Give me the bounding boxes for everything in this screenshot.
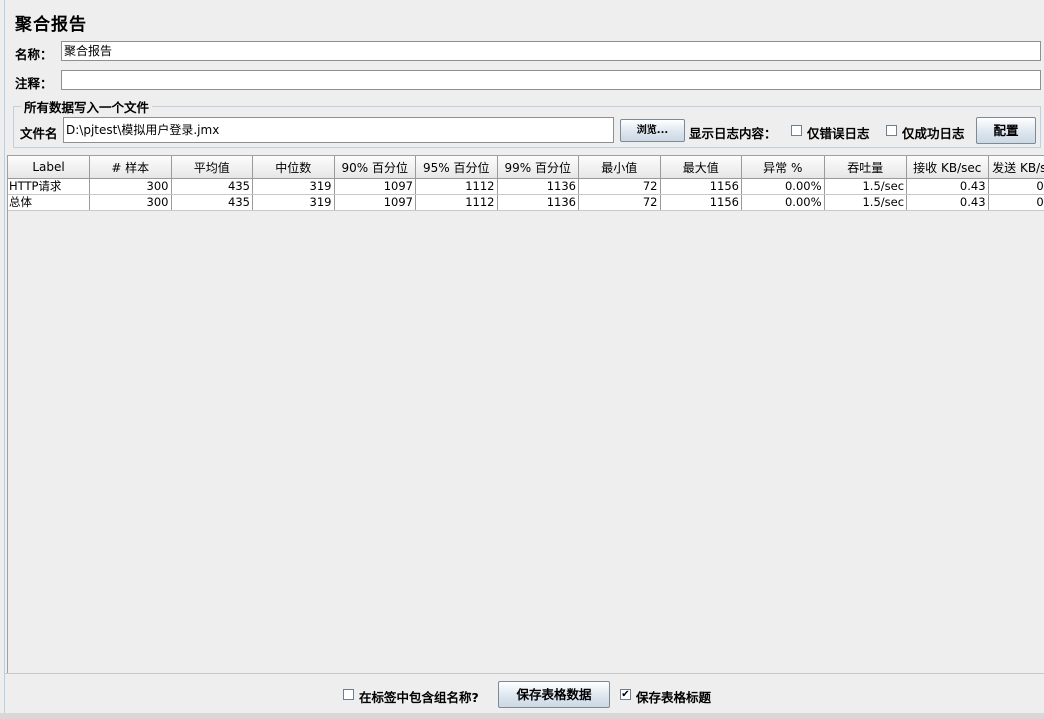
- table-cell: 1156: [660, 178, 742, 195]
- column-header-90-line[interactable]: 90% 百分位: [334, 156, 416, 179]
- results-table: Label # 样本 平均值 中位数 90% 百分位 95% 百分位 99% 百…: [8, 156, 1044, 211]
- table-cell: 435: [171, 194, 253, 211]
- table-cell: 300: [89, 178, 172, 195]
- file-name-input[interactable]: D:\pjtest\模拟用户登录.jmx: [63, 117, 614, 143]
- table-cell: 1097: [334, 178, 416, 195]
- column-header-received[interactable]: 接收 KB/sec: [906, 156, 989, 179]
- table-cell: 72: [578, 178, 661, 195]
- name-input[interactable]: 聚合报告: [61, 41, 1041, 61]
- table-cell: 0.00%: [741, 194, 825, 211]
- window-bottom-edge: [0, 713, 1044, 719]
- table-cell: 0.39: [988, 194, 1044, 211]
- table-cell: 319: [252, 194, 335, 211]
- table-cell: 总体: [8, 194, 90, 211]
- table-cell: 1.5/sec: [824, 194, 908, 211]
- column-header-label[interactable]: Label: [8, 156, 90, 179]
- column-header-max[interactable]: 最大值: [660, 156, 742, 179]
- comment-input[interactable]: [61, 70, 1041, 90]
- column-header-sent[interactable]: 发送 KB/sec: [988, 156, 1044, 179]
- table-row[interactable]: HTTP请求 300 435 319 1097 1112 1136 72 115…: [8, 178, 1044, 195]
- table-cell: HTTP请求: [8, 178, 90, 195]
- column-header-min[interactable]: 最小值: [578, 156, 661, 179]
- table-row[interactable]: 总体 300 435 319 1097 1112 1136 72 1156 0.…: [8, 194, 1044, 211]
- write-to-file-group-title: 所有数据写入一个文件: [21, 97, 153, 116]
- browse-button[interactable]: 浏览...: [620, 119, 685, 142]
- column-header-median[interactable]: 中位数: [252, 156, 335, 179]
- table-cell: 1112: [415, 178, 498, 195]
- table-cell: 1156: [660, 194, 742, 211]
- save-table-data-button[interactable]: 保存表格数据: [498, 681, 610, 708]
- table-cell: 0.43: [906, 178, 989, 195]
- table-cell: 0.39: [988, 178, 1044, 195]
- errors-only-label: 仅错误日志: [807, 126, 870, 141]
- table-cell: 0.00%: [741, 178, 825, 195]
- table-cell: 0.43: [906, 194, 989, 211]
- save-table-header-label: 保存表格标题: [636, 690, 712, 705]
- table-cell: 1.5/sec: [824, 178, 908, 195]
- table-cell: 1136: [497, 194, 579, 211]
- save-table-header-checkbox[interactable]: ✔: [620, 689, 631, 700]
- table-header-row: Label # 样本 平均值 中位数 90% 百分位 95% 百分位 99% 百…: [8, 156, 1044, 179]
- results-table-area[interactable]: Label # 样本 平均值 中位数 90% 百分位 95% 百分位 99% 百…: [7, 155, 1044, 674]
- aggregate-report-panel: 聚合报告 名称： 聚合报告 注释： 所有数据写入一个文件 文件名 D:\pjte…: [4, 0, 1044, 717]
- table-cell: 1097: [334, 194, 416, 211]
- comment-label: 注释：: [15, 76, 53, 91]
- include-group-name-label: 在标签中包含组名称?: [359, 690, 479, 705]
- configure-button[interactable]: 配置: [976, 117, 1036, 144]
- column-header-throughput[interactable]: 吞吐量: [824, 156, 908, 179]
- column-header-99-line[interactable]: 99% 百分位: [497, 156, 579, 179]
- success-only-checkbox[interactable]: [886, 125, 897, 136]
- success-only-label: 仅成功日志: [902, 126, 965, 141]
- column-header-samples[interactable]: # 样本: [89, 156, 172, 179]
- include-group-name-checkbox[interactable]: [343, 689, 354, 700]
- column-header-error[interactable]: 异常 %: [741, 156, 825, 179]
- table-cell: 435: [171, 178, 253, 195]
- table-cell: 72: [578, 194, 661, 211]
- bottom-toolbar: 在标签中包含组名称? 保存表格数据 ✔ 保存表格标题: [5, 673, 1044, 717]
- table-cell: 319: [252, 178, 335, 195]
- errors-only-checkbox[interactable]: [791, 125, 802, 136]
- column-header-average[interactable]: 平均值: [171, 156, 253, 179]
- name-label: 名称：: [15, 47, 53, 62]
- table-cell: 1136: [497, 178, 579, 195]
- table-cell: 1112: [415, 194, 498, 211]
- page-title: 聚合报告: [15, 15, 87, 35]
- table-cell: 300: [89, 194, 172, 211]
- file-name-label: 文件名: [20, 126, 58, 141]
- log-display-label: 显示日志内容：: [689, 126, 777, 141]
- column-header-95-line[interactable]: 95% 百分位: [415, 156, 498, 179]
